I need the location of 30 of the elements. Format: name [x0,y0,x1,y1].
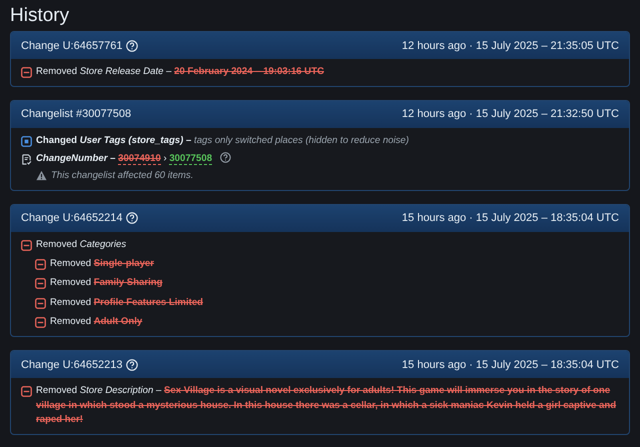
change-timestamp: 15 hours ago · 15 July 2025 – 18:35:04 UTC [402,358,619,370]
change-text: ChangeNumber – 30074910 › 30077508 [36,152,212,166]
removed-icon [35,298,46,308]
change-text: Removed Profile Features Limited [50,296,204,310]
change-text: Removed Store Description – Sex Village is a visual novel exclusively for adults! This game will immerse you in the story of one village in which stood a mysterious house. In this house there was a cellar, in which a sick maniac Kevin held a girl captive and raped her! [36,384,618,427]
change-text: Removed Categories [36,238,126,252]
change-title[interactable]: Change U:64657761 [21,40,123,52]
removed-icon [35,317,46,328]
removed-icon [21,240,32,250]
change-title[interactable]: Change U:64652213 [21,358,123,370]
removed-icon [21,386,32,397]
removed-icon [35,278,46,289]
help-icon[interactable] [220,152,232,163]
removed-icon [35,258,46,270]
change-timestamp: 15 hours ago · 15 July 2025 – 18:35:04 UTC [402,212,619,224]
change-text: Removed Single-player [50,256,154,270]
change-text: Changed User Tags (store_tags) – tags only switched places (hidden to reduce noise) [36,134,409,148]
document-icon [21,154,32,165]
warning-icon [36,170,47,181]
changed-icon [21,136,32,146]
removed-icon [21,67,32,78]
change-text: Removed Family Sharing [50,276,163,290]
change-timestamp: 12 hours ago · 15 July 2025 – 21:35:05 UTC [402,40,619,52]
change-title[interactable]: Change U:64652214 [21,212,123,224]
page-title: History [10,4,70,28]
change-text: Removed Store Release Date – 20 February 2024 – 19:03:16 UTC [36,65,324,79]
warning-text: This changelist affected 60 items. [51,168,194,182]
change-text: Removed Adult Only [50,315,142,329]
change-timestamp: 12 hours ago · 15 July 2025 – 21:32:50 UTC [402,108,619,120]
change-title[interactable]: Changelist #30077508 [21,108,132,120]
